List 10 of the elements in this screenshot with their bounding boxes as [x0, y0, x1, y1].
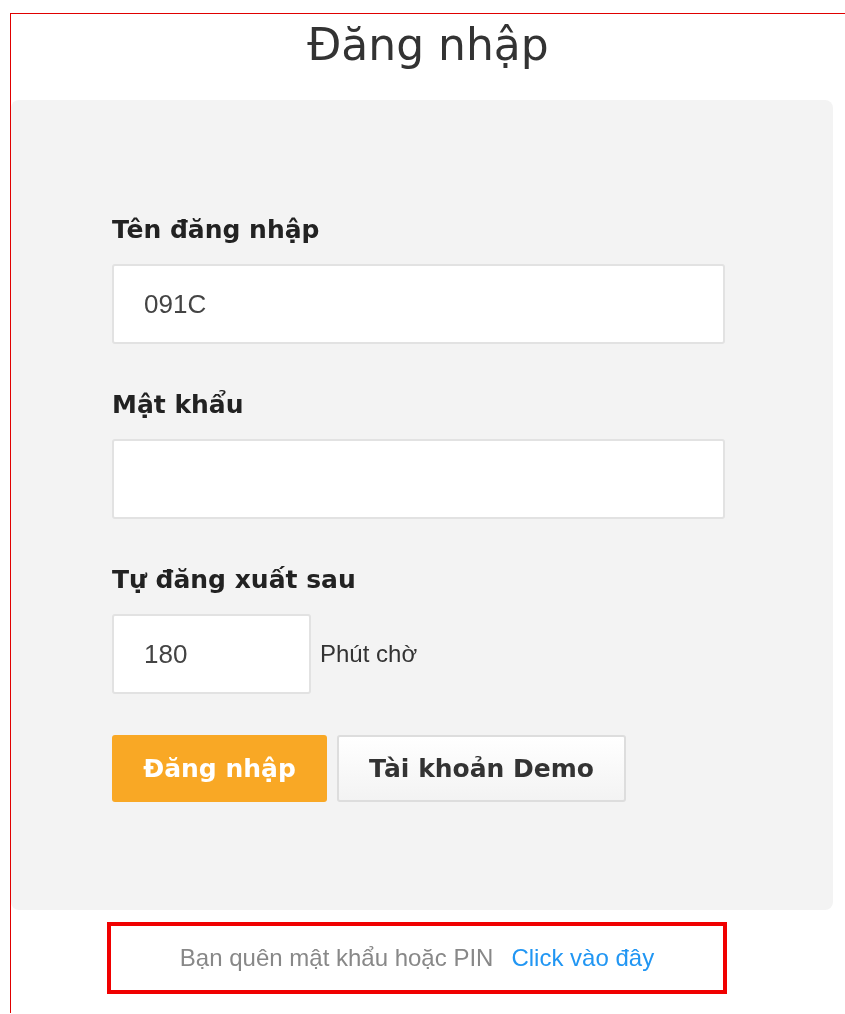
- input-field[interactable]: 091C: [112, 264, 725, 344]
- page-title: Đăng nhập: [306, 18, 550, 72]
- field-label: Tự đăng xuất sau: [112, 564, 357, 596]
- forgot-password-text: Bạn quên mật khẩu hoặc PIN: [179, 944, 494, 972]
- minutes-field[interactable]: 180: [112, 614, 311, 694]
- demo-account-button[interactable]: Tài khoản Demo: [337, 735, 626, 802]
- input-field[interactable]: [112, 439, 725, 519]
- unit-label: Phút chờ: [320, 640, 418, 668]
- field-label: Tên đăng nhập: [112, 214, 321, 246]
- field-label: Mật khẩu: [112, 389, 245, 421]
